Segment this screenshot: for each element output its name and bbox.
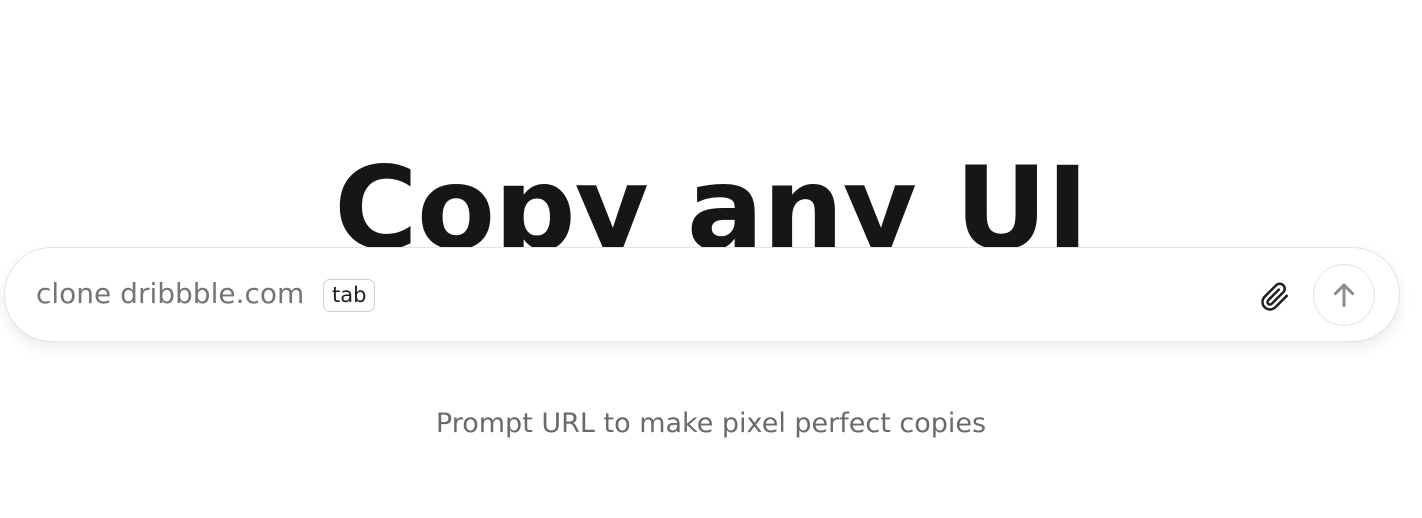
prompt-bar[interactable]: clone dribbble.com tab: [4, 247, 1400, 342]
tab-key-hint: tab: [323, 279, 376, 312]
send-button[interactable]: [1313, 264, 1375, 326]
prompt-input-placeholder[interactable]: clone dribbble.com: [36, 276, 304, 312]
attach-button[interactable]: [1257, 279, 1293, 315]
paperclip-icon: [1261, 282, 1289, 311]
landing-page: Copy any UI clone dribbble.com tab Promp…: [0, 0, 1422, 518]
arrow-up-icon: [1333, 283, 1355, 308]
prompt-caption: Prompt URL to make pixel perfect copies: [435, 408, 987, 439]
